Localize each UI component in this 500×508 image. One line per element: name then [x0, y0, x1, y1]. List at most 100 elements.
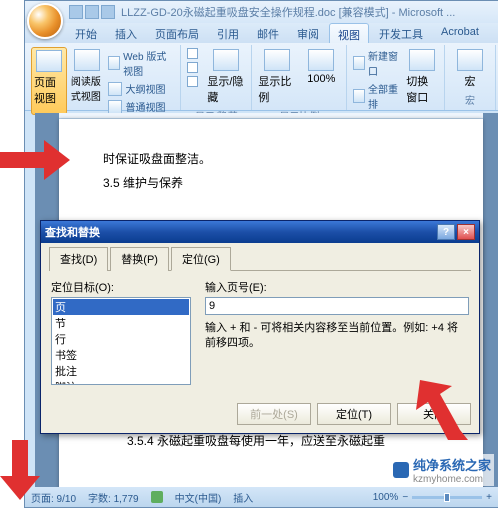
chk-msgbar[interactable]	[185, 75, 203, 88]
arrange-icon	[353, 89, 365, 103]
title-bar: LLZZ-GD-20永磁起重吸盘安全操作规程.doc [兼容模式] - Micr…	[25, 1, 498, 23]
watermark: 纯净系统之家 kzmyhome.com	[390, 454, 494, 486]
annotation-arrow-icon	[408, 380, 468, 440]
zoom-icon	[264, 49, 290, 71]
dialog-content: 定位目标(O): 页 节 行 书签 批注 脚注 输入页号(E): 输入 + 和 …	[49, 271, 471, 393]
dtab-goto[interactable]: 定位(G)	[171, 247, 231, 271]
list-item[interactable]: 脚注	[53, 379, 189, 385]
tab-references[interactable]: 引用	[209, 23, 247, 43]
status-lang[interactable]: 中文(中国)	[175, 490, 222, 505]
switch-label: 切换窗口	[406, 73, 438, 105]
group-macro: 宏 宏	[445, 45, 496, 110]
tab-view[interactable]: 视图	[329, 23, 369, 43]
page-view-label: 页面视图	[34, 74, 64, 106]
list-item[interactable]: 页	[53, 299, 189, 315]
input-label: 输入页号(E):	[205, 279, 469, 295]
list-item[interactable]: 节	[53, 315, 189, 331]
macro-label: 宏	[465, 73, 476, 89]
body-line: 时保证吸盘面整洁。	[103, 147, 439, 171]
page-view-icon	[36, 50, 62, 72]
checkbox-icon	[187, 62, 198, 73]
group-showhide: 显示/隐藏 显示/隐藏	[181, 45, 252, 110]
dialog-titlebar[interactable]: 查找和替换 ? ×	[41, 221, 479, 243]
zoom-slider[interactable]: 100% − +	[373, 492, 492, 503]
zoom-minus-icon[interactable]: −	[402, 492, 408, 503]
normal-label: 普通视图	[125, 99, 165, 114]
group-zoom: 显示比例 100% 显示比例	[252, 45, 347, 110]
normal-icon	[108, 100, 122, 114]
btn-web-layout[interactable]: Web 版式视图	[106, 47, 176, 79]
tab-developer[interactable]: 开发工具	[371, 23, 431, 43]
tab-home[interactable]: 开始	[67, 23, 105, 43]
read-view-label: 阅读版式视图	[71, 73, 103, 103]
ribbon: 页面视图 阅读版式视图 Web 版式视图 大纲视图 普通视图 文档视图 显示/隐…	[25, 43, 498, 111]
tab-insert[interactable]: 插入	[107, 23, 145, 43]
switch-icon	[409, 49, 435, 71]
zoom-track[interactable]	[412, 496, 482, 499]
btn-goto[interactable]: 定位(T)	[317, 403, 391, 425]
zoom-value: 100%	[373, 492, 399, 503]
btn-macro[interactable]: 宏	[449, 47, 491, 91]
target-listbox[interactable]: 页 节 行 书签 批注 脚注	[51, 297, 191, 385]
btn-arrange[interactable]: 全部重排	[351, 80, 402, 112]
tab-review[interactable]: 审阅	[289, 23, 327, 43]
zoom-plus-icon[interactable]: +	[486, 492, 492, 503]
btn-showhide[interactable]: 显示/隐藏	[205, 47, 247, 107]
dtab-replace[interactable]: 替换(P)	[110, 247, 169, 271]
zoom-label: 显示比例	[258, 73, 296, 105]
newwin-label: 新建窗口	[368, 48, 400, 78]
watermark-url: kzmyhome.com	[413, 474, 491, 485]
zoom-thumb[interactable]	[444, 493, 450, 502]
body-line: 3.5 维护与保养	[103, 171, 439, 195]
showhide-label: 显示/隐藏	[207, 73, 245, 105]
list-item[interactable]: 批注	[53, 363, 189, 379]
status-bar: 页面: 9/10 字数: 1,779 中文(中国) 插入 100% − +	[25, 487, 498, 507]
qat-redo-icon[interactable]	[101, 5, 115, 19]
btn-outline[interactable]: 大纲视图	[106, 80, 176, 97]
goto-input-panel: 输入页号(E): 输入 + 和 - 可将相关内容移至当前位置。例如: +4 将前…	[205, 279, 469, 385]
pct-icon	[308, 49, 334, 71]
status-mode[interactable]: 插入	[233, 490, 253, 505]
goto-target-panel: 定位目标(O): 页 节 行 书签 批注 脚注	[51, 279, 191, 385]
outline-icon	[108, 82, 122, 96]
checkbox-icon	[187, 76, 198, 87]
qat-save-icon[interactable]	[69, 5, 83, 19]
quick-access-toolbar	[69, 5, 115, 19]
chk-grid[interactable]	[185, 61, 203, 74]
outline-label: 大纲视图	[125, 81, 165, 96]
watermark-text: 纯净系统之家	[413, 455, 491, 474]
btn-zoom[interactable]: 显示比例	[256, 47, 298, 107]
chk-ruler[interactable]	[185, 47, 203, 60]
target-label: 定位目标(O):	[51, 279, 191, 295]
checkbox-icon	[187, 48, 198, 59]
btn-newwin[interactable]: 新建窗口	[351, 47, 402, 79]
pct-label: 100%	[307, 73, 335, 85]
btn-100[interactable]: 100%	[300, 47, 342, 107]
macro-icon	[457, 49, 483, 71]
tab-acrobat[interactable]: Acrobat	[433, 23, 487, 43]
qat-undo-icon[interactable]	[85, 5, 99, 19]
group-label-macro: 宏	[449, 91, 491, 108]
btn-page-view[interactable]: 页面视图	[31, 47, 67, 115]
dtab-find[interactable]: 查找(D)	[49, 247, 108, 271]
dialog-close-button[interactable]: ×	[457, 224, 475, 240]
arrange-label: 全部重排	[368, 81, 400, 111]
web-label: Web 版式视图	[123, 48, 174, 78]
page-number-input[interactable]	[205, 297, 469, 315]
tab-layout[interactable]: 页面布局	[147, 23, 207, 43]
list-item[interactable]: 书签	[53, 347, 189, 363]
btn-read-view[interactable]: 阅读版式视图	[69, 47, 105, 115]
office-button[interactable]	[27, 3, 63, 39]
dialog-tabs: 查找(D) 替换(P) 定位(G)	[49, 247, 471, 271]
btn-previous[interactable]: 前一处(S)	[237, 403, 311, 425]
read-view-icon	[74, 49, 100, 71]
ribbon-tabs: 开始 插入 页面布局 引用 邮件 审阅 视图 开发工具 Acrobat	[25, 23, 498, 43]
goto-hint: 输入 + 和 - 可将相关内容移至当前位置。例如: +4 将前移四项。	[205, 321, 469, 352]
dialog-help-button[interactable]: ?	[437, 224, 455, 240]
status-proof-icon[interactable]	[151, 491, 163, 503]
tab-mailings[interactable]: 邮件	[249, 23, 287, 43]
status-words[interactable]: 字数: 1,779	[88, 490, 139, 505]
list-item[interactable]: 行	[53, 331, 189, 347]
group-document-views: 页面视图 阅读版式视图 Web 版式视图 大纲视图 普通视图 文档视图	[27, 45, 181, 110]
newwin-icon	[353, 56, 365, 70]
